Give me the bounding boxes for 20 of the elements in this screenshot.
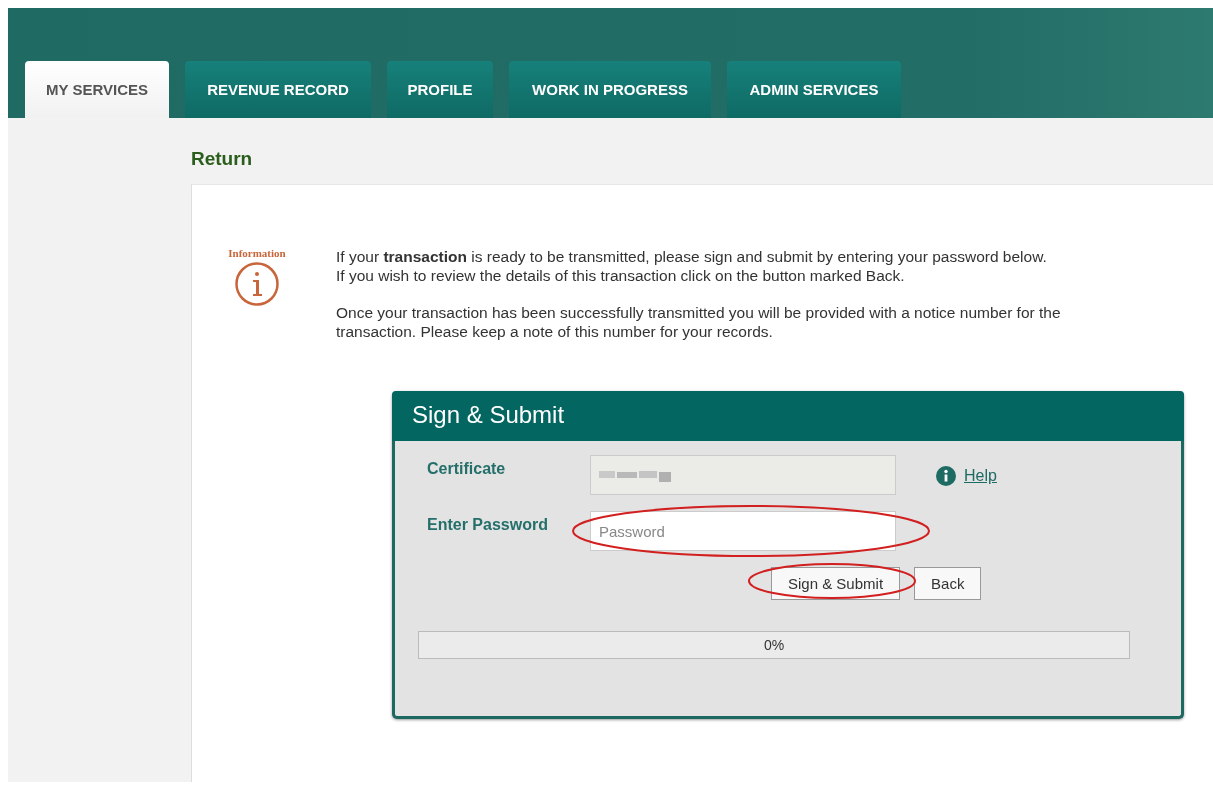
- information-label: Information: [228, 247, 286, 259]
- password-field[interactable]: Password: [590, 511, 896, 551]
- nav-tab[interactable]: PROFILE: [387, 61, 493, 118]
- page-title: Return: [191, 147, 254, 171]
- certificate-label: Certificate: [427, 459, 507, 478]
- sign-submit-button[interactable]: Sign & Submit: [771, 567, 901, 600]
- nav-tab[interactable]: REVENUE RECORD: [185, 61, 371, 118]
- info-paragraph: If your transaction is ready to be transmitted, please sign and submit by entering your password below. If you wish to review the details of this transaction click on the button marked Back.: [336, 247, 1048, 285]
- back-button[interactable]: Back: [914, 567, 982, 600]
- password-label: Enter Password: [427, 515, 549, 534]
- card-title: Sign & Submit: [392, 391, 1184, 441]
- info-paragraph: Once your transaction has been successfully transmitted you will be provided with a notice number for the transaction. Please keep a note of this number for your records.: [336, 303, 1062, 341]
- nav-tab[interactable]: WORK IN PROGRESS: [509, 61, 711, 118]
- info-icon: [234, 261, 280, 307]
- nav-tab[interactable]: MY SERVICES: [25, 61, 169, 118]
- certificate-field[interactable]: [590, 455, 896, 495]
- progress-reading: 0%: [763, 637, 785, 653]
- info-icon: [936, 466, 956, 486]
- help-link[interactable]: Help: [964, 467, 997, 485]
- nav-tab[interactable]: ADMIN SERVICES: [727, 61, 901, 118]
